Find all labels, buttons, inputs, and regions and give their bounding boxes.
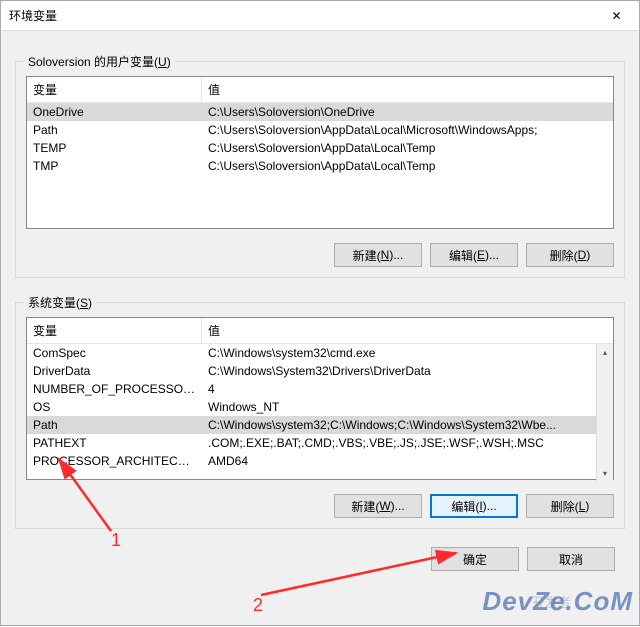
list-body: OneDrive C:\Users\Soloversion\OneDrive P…: [27, 103, 613, 175]
sys-vars-group: 系统变量(S) 变量 值 ComSpec C:\Windows\system32…: [15, 302, 625, 529]
scroll-down-icon[interactable]: ▾: [597, 465, 613, 482]
user-vars-buttons: 新建(N)... 编辑(E)... 删除(D): [26, 243, 614, 267]
list-header: 变量 值: [27, 77, 613, 103]
col-header-name[interactable]: 变量: [27, 318, 202, 343]
cell-name: NUMBER_OF_PROCESSORS: [27, 380, 202, 398]
list-row[interactable]: ComSpec C:\Windows\system32\cmd.exe: [27, 344, 596, 362]
sys-vars-list[interactable]: 变量 值 ComSpec C:\Windows\system32\cmd.exe…: [26, 317, 614, 480]
list-row[interactable]: TEMP C:\Users\Soloversion\AppData\Local\…: [27, 139, 613, 157]
watermark: DevZe.CoM: [482, 586, 633, 617]
cell-name: PROCESSOR_ARCHITECTURE: [27, 452, 202, 470]
scroll-track[interactable]: [597, 361, 613, 465]
user-vars-group: Soloversion 的用户变量(U) 变量 值 OneDrive C:\Us…: [15, 61, 625, 278]
cell-value: .COM;.EXE;.BAT;.CMD;.VBS;.VBE;.JS;.JSE;.…: [202, 434, 596, 452]
annotation-2: 2: [253, 595, 263, 615]
cell-value: Windows_NT: [202, 398, 596, 416]
scrollbar-vertical[interactable]: ▴ ▾: [596, 344, 613, 482]
list-row[interactable]: Path C:\Users\Soloversion\AppData\Local\…: [27, 121, 613, 139]
sys-vars-label: 系统变量(S): [24, 294, 96, 311]
scroll-up-icon[interactable]: ▴: [597, 344, 613, 361]
col-header-value[interactable]: 值: [202, 318, 613, 343]
cell-value: C:\Users\Soloversion\AppData\Local\Temp: [202, 139, 613, 157]
list-row[interactable]: DriverData C:\Windows\System32\Drivers\D…: [27, 362, 596, 380]
sys-new-button[interactable]: 新建(W)...: [334, 494, 422, 518]
cell-value: C:\Users\Soloversion\OneDrive: [202, 103, 613, 121]
dialog-body: Soloversion 的用户变量(U) 变量 值 OneDrive C:\Us…: [1, 31, 639, 585]
user-vars-label: Soloversion 的用户变量(U): [24, 53, 175, 70]
list-row[interactable]: TMP C:\Users\Soloversion\AppData\Local\T…: [27, 157, 613, 175]
close-icon: ✕: [611, 9, 621, 23]
cell-value: C:\Windows\System32\Drivers\DriverData: [202, 362, 596, 380]
cell-value: C:\Users\Soloversion\AppData\Local\Micro…: [202, 121, 613, 139]
sys-vars-buttons: 新建(W)... 编辑(I)... 删除(L): [26, 494, 614, 518]
watermark-sub: 开发者: [532, 592, 571, 611]
cell-name: OneDrive: [27, 103, 202, 121]
cell-name: ComSpec: [27, 344, 202, 362]
cell-name: Path: [27, 416, 202, 434]
col-header-value[interactable]: 值: [202, 77, 613, 102]
sys-edit-button[interactable]: 编辑(I)...: [430, 494, 518, 518]
titlebar: 环境变量 ✕: [1, 1, 639, 31]
user-new-button[interactable]: 新建(N)...: [334, 243, 422, 267]
list-row-path[interactable]: Path C:\Windows\system32;C:\Windows;C:\W…: [27, 416, 596, 434]
cell-value: C:\Windows\system32;C:\Windows;C:\Window…: [202, 416, 596, 434]
cell-name: DriverData: [27, 362, 202, 380]
list-row[interactable]: OS Windows_NT: [27, 398, 596, 416]
list-header: 变量 值: [27, 318, 613, 344]
cell-value: C:\Windows\system32\cmd.exe: [202, 344, 596, 362]
cancel-button[interactable]: 取消: [527, 547, 615, 571]
cell-value: C:\Users\Soloversion\AppData\Local\Temp: [202, 157, 613, 175]
user-edit-button[interactable]: 编辑(E)...: [430, 243, 518, 267]
user-vars-list[interactable]: 变量 值 OneDrive C:\Users\Soloversion\OneDr…: [26, 76, 614, 229]
cell-name: PATHEXT: [27, 434, 202, 452]
cell-name: TEMP: [27, 139, 202, 157]
sys-delete-button[interactable]: 删除(L): [526, 494, 614, 518]
ok-button[interactable]: 确定: [431, 547, 519, 571]
window-title: 环境变量: [9, 7, 594, 24]
env-vars-dialog: 环境变量 ✕ Soloversion 的用户变量(U) 变量 值 OneDriv…: [0, 0, 640, 626]
col-header-name[interactable]: 变量: [27, 77, 202, 102]
cell-value: AMD64: [202, 452, 596, 470]
dialog-footer: 确定 取消: [15, 547, 625, 571]
cell-name: Path: [27, 121, 202, 139]
user-delete-button[interactable]: 删除(D): [526, 243, 614, 267]
list-row[interactable]: NUMBER_OF_PROCESSORS 4: [27, 380, 596, 398]
list-row[interactable]: PATHEXT .COM;.EXE;.BAT;.CMD;.VBS;.VBE;.J…: [27, 434, 596, 452]
list-body: ComSpec C:\Windows\system32\cmd.exe Driv…: [27, 344, 613, 482]
list-row[interactable]: OneDrive C:\Users\Soloversion\OneDrive: [27, 103, 613, 121]
list-row[interactable]: PROCESSOR_ARCHITECTURE AMD64: [27, 452, 596, 470]
cell-name: TMP: [27, 157, 202, 175]
cell-name: OS: [27, 398, 202, 416]
close-button[interactable]: ✕: [594, 1, 639, 31]
cell-value: 4: [202, 380, 596, 398]
